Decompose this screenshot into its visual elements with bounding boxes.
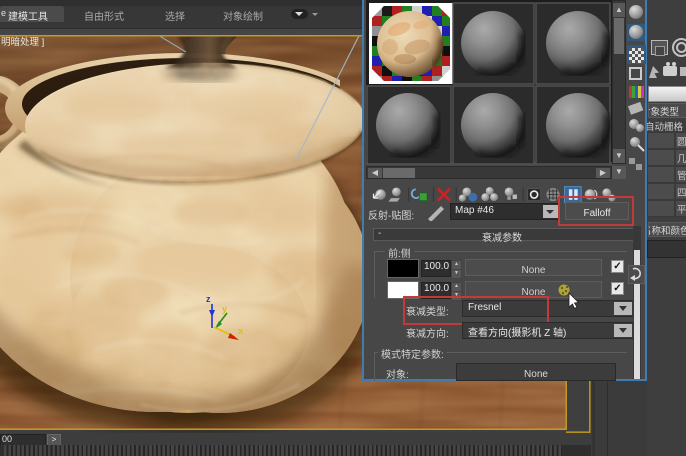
- svg-text:y: y: [222, 304, 227, 314]
- svg-text:z: z: [206, 294, 211, 304]
- svg-text:明暗处理 ]: 明暗处理 ]: [1, 36, 44, 48]
- svg-text:x: x: [238, 326, 243, 336]
